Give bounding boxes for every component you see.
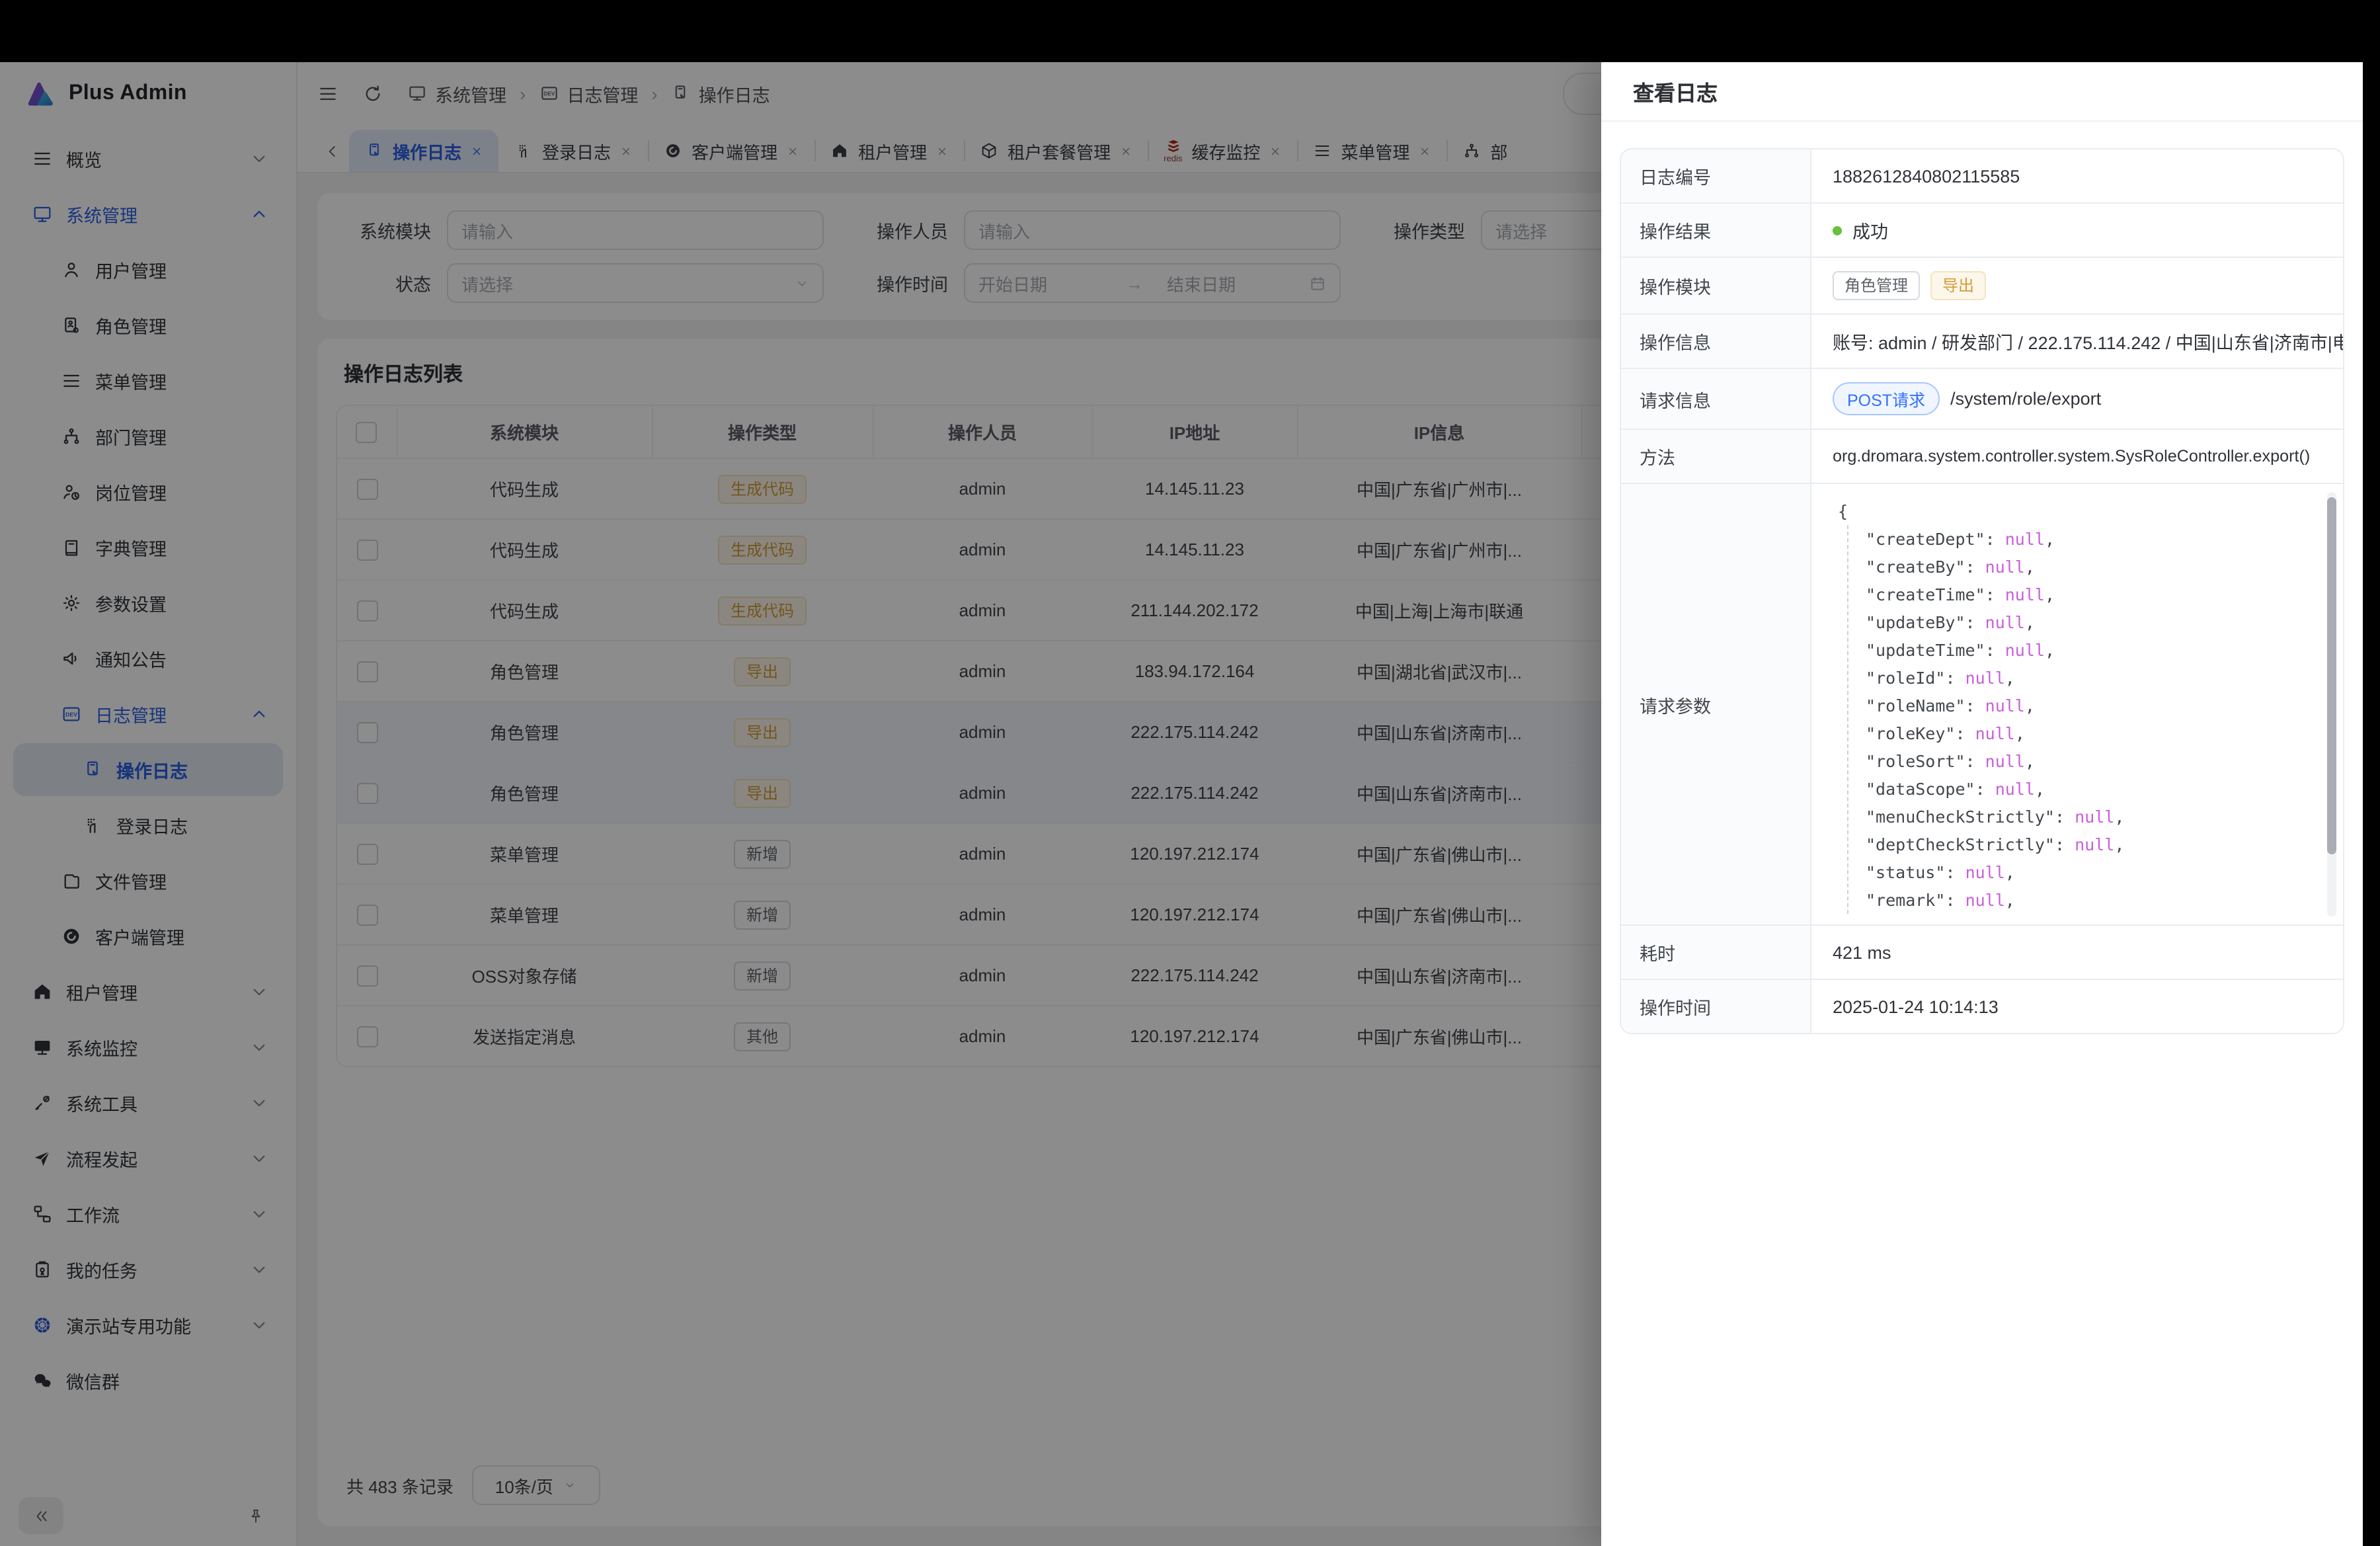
log-detail-table: 日志编号 1882612840802115585 操作结果 成功 操作模块 角色… [1620,148,2344,1034]
cost-value: 421 ms [1811,926,2343,979]
screen: Plus Admin 概览系统管理用户管理角色管理菜单管理部门管理岗位管理字典管… [0,0,2380,1546]
json-line: "updateTime": null, [1866,636,2309,664]
request-value: POST请求 /system/role/export [1811,369,2343,428]
drawer-title: 查看日志 [1633,75,1718,107]
module-tag: 角色管理 [1833,271,1920,300]
result-value: 成功 [1811,204,2343,257]
params-row: 请求参数 {"createDept": null,"createBy": nul… [1621,483,2343,924]
module-row: 操作模块 角色管理导出 [1621,257,2343,313]
drawer-body: 日志编号 1882612840802115585 操作结果 成功 操作模块 角色… [1601,122,2363,1546]
json-line: "remark": null, [1866,886,2309,914]
json-line: "roleKey": null, [1866,719,2309,747]
operation-info-value: 账号: admin / 研发部门 / 222.175.114.242 / 中国|… [1811,315,2343,368]
code-scrollbar [2327,492,2336,916]
request-url: /system/role/export [1950,389,2101,409]
log-id-value: 1882612840802115585 [1811,149,2343,202]
module-tag: 导出 [1930,271,1986,300]
request-params-code: {"createDept": null,"createBy": null,"cr… [1811,484,2343,924]
view-log-drawer: 查看日志 日志编号 1882612840802115585 操作结果 成功 [1601,62,2363,1546]
module-tags: 角色管理导出 [1811,258,2343,313]
log-id-row: 日志编号 1882612840802115585 [1621,149,2343,202]
post-method-badge: POST请求 [1833,382,1940,415]
method-value: org.dromara.system.controller.system.Sys… [1811,430,2343,483]
method-row: 方法 org.dromara.system.controller.system.… [1621,428,2343,483]
json-line: "dataScope": null, [1866,775,2309,803]
drawer-header: 查看日志 [1601,62,2363,122]
json-line: "roleName": null, [1866,692,2309,719]
json-line: "status": null, [1866,858,2309,886]
json-line: "updateBy": null, [1866,608,2309,636]
json-lines: "createDept": null,"createBy": null,"cre… [1847,525,2309,914]
json-line: "createTime": null, [1866,581,2309,608]
result-row: 操作结果 成功 [1621,202,2343,257]
json-code: {"createDept": null,"createBy": null,"cr… [1811,484,2343,924]
time-row: 操作时间 2025-01-24 10:14:13 [1621,979,2343,1033]
success-dot-icon [1833,225,1842,235]
app-window: Plus Admin 概览系统管理用户管理角色管理菜单管理部门管理岗位管理字典管… [0,62,2363,1546]
json-line: "menuCheckStrictly": null, [1866,803,2309,831]
json-line: "deptCheckStrictly": null, [1866,831,2309,858]
json-line: "roleSort": null, [1866,747,2309,775]
request-row: 请求信息 POST请求 /system/role/export [1621,368,2343,428]
json-open-brace: { [1838,497,2309,525]
json-line: "roleId": null, [1866,664,2309,692]
time-value: 2025-01-24 10:14:13 [1811,980,2343,1033]
code-scrollbar-thumb[interactable] [2327,497,2336,854]
cost-row: 耗时 421 ms [1621,924,2343,979]
info-row: 操作信息 账号: admin / 研发部门 / 222.175.114.242 … [1621,313,2343,368]
json-line: "createDept": null, [1866,525,2309,553]
json-line: "createBy": null, [1866,553,2309,581]
